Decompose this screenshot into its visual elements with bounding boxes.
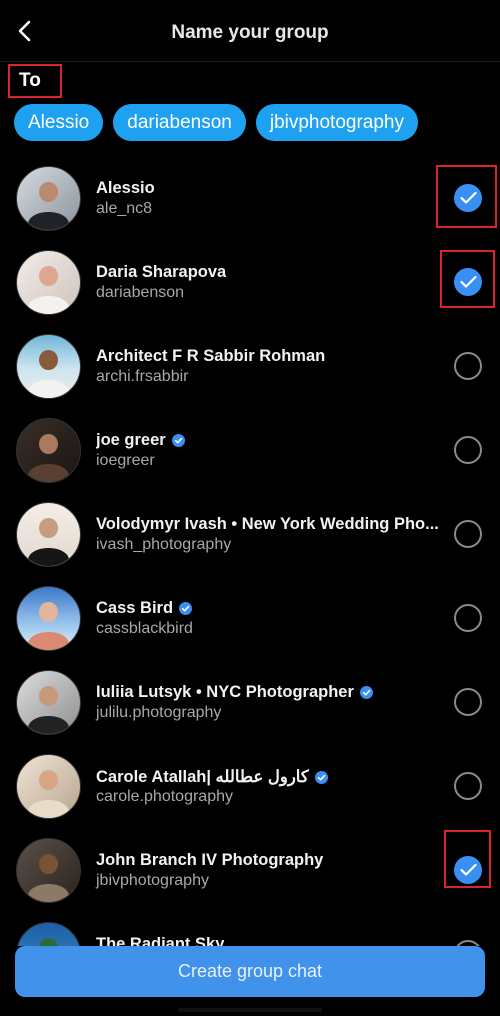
select-checkbox[interactable] <box>454 604 482 632</box>
contact-row[interactable]: Volodymyr Ivash • New York Wedding Pho..… <box>0 492 500 576</box>
selected-recipients: Alessio dariabenson jbivphotography <box>14 104 418 141</box>
page-title: Name your group <box>171 22 329 43</box>
contact-name: Carole Atallah| كارول عطالله <box>96 768 309 786</box>
contact-name: Cass Bird <box>96 599 174 617</box>
avatar <box>16 586 81 651</box>
create-group-chat-button[interactable]: Create group chat <box>15 946 485 997</box>
contact-name: Iuliia Lutsyk • NYC Photographer <box>96 683 354 701</box>
avatar <box>16 418 81 483</box>
avatar <box>16 334 81 399</box>
avatar <box>16 166 81 231</box>
contact-row[interactable]: Alessio ale_nc8 <box>0 156 500 240</box>
select-checkbox[interactable] <box>454 688 482 716</box>
contact-row[interactable]: The Radiant Sky <box>0 912 500 946</box>
verified-badge-icon <box>171 434 185 447</box>
select-checkbox[interactable] <box>454 184 482 212</box>
avatar <box>16 670 81 735</box>
contact-handle: dariabenson <box>96 284 185 301</box>
avatar <box>16 754 81 819</box>
contact-row[interactable]: Iuliia Lutsyk • NYC Photographer julilu.… <box>0 660 500 744</box>
avatar <box>16 502 81 567</box>
home-indicator <box>178 1008 322 1012</box>
verified-badge-icon <box>179 602 193 615</box>
select-checkbox[interactable] <box>454 268 482 296</box>
recipient-chip[interactable]: jbivphotography <box>255 104 418 141</box>
contact-row[interactable]: Daria Sharapova dariabenson <box>0 240 500 324</box>
contact-row[interactable]: Carole Atallah| كارول عطالله carole.phot… <box>0 744 500 828</box>
contact-name: The Radiant Sky <box>96 935 225 946</box>
contact-handle: ivash_photography <box>96 536 232 553</box>
avatar <box>16 250 81 315</box>
recipient-chip[interactable]: Alessio <box>14 104 104 141</box>
verified-badge-icon <box>359 686 373 699</box>
contact-handle: carole.photography <box>96 788 233 805</box>
select-checkbox[interactable] <box>454 436 482 464</box>
contact-row[interactable]: Architect F R Sabbir Rohman archi.frsabb… <box>0 324 500 408</box>
select-checkbox[interactable] <box>454 856 482 884</box>
avatar <box>16 922 81 946</box>
checkmark-icon <box>460 275 477 288</box>
contact-name: John Branch IV Photography <box>96 851 324 869</box>
contact-name: Alessio <box>96 179 155 197</box>
contact-handle: ale_nc8 <box>96 200 153 217</box>
contact-handle: jbivphotography <box>96 872 209 889</box>
contact-handle: julilu.photography <box>96 704 222 721</box>
select-checkbox[interactable] <box>454 772 482 800</box>
contact-handle: ioegreer <box>96 452 155 469</box>
contact-row[interactable]: John Branch IV Photography jbivphotograp… <box>0 828 500 912</box>
contact-name: Volodymyr Ivash • New York Wedding Pho..… <box>96 515 439 533</box>
contact-handle: archi.frsabbir <box>96 368 189 385</box>
checkmark-icon <box>460 191 477 204</box>
contact-name: Daria Sharapova <box>96 263 227 281</box>
contact-name: Architect F R Sabbir Rohman <box>96 347 326 365</box>
contact-name: joe greer <box>96 431 166 449</box>
checkmark-icon <box>460 863 477 876</box>
recipient-chip[interactable]: dariabenson <box>113 104 246 141</box>
to-label: To <box>8 64 62 98</box>
header-bar: Name your group <box>0 0 500 62</box>
select-checkbox[interactable] <box>454 352 482 380</box>
contact-list[interactable]: Alessio ale_nc8 Daria Sharapova dariaben… <box>0 156 500 946</box>
verified-badge-icon <box>314 770 328 784</box>
select-checkbox[interactable] <box>454 520 482 548</box>
contact-row[interactable]: Cass Bird cassblackbird <box>0 576 500 660</box>
contact-row[interactable]: joe greer ioegreer <box>0 408 500 492</box>
avatar <box>16 838 81 903</box>
contact-handle: cassblackbird <box>96 620 193 637</box>
